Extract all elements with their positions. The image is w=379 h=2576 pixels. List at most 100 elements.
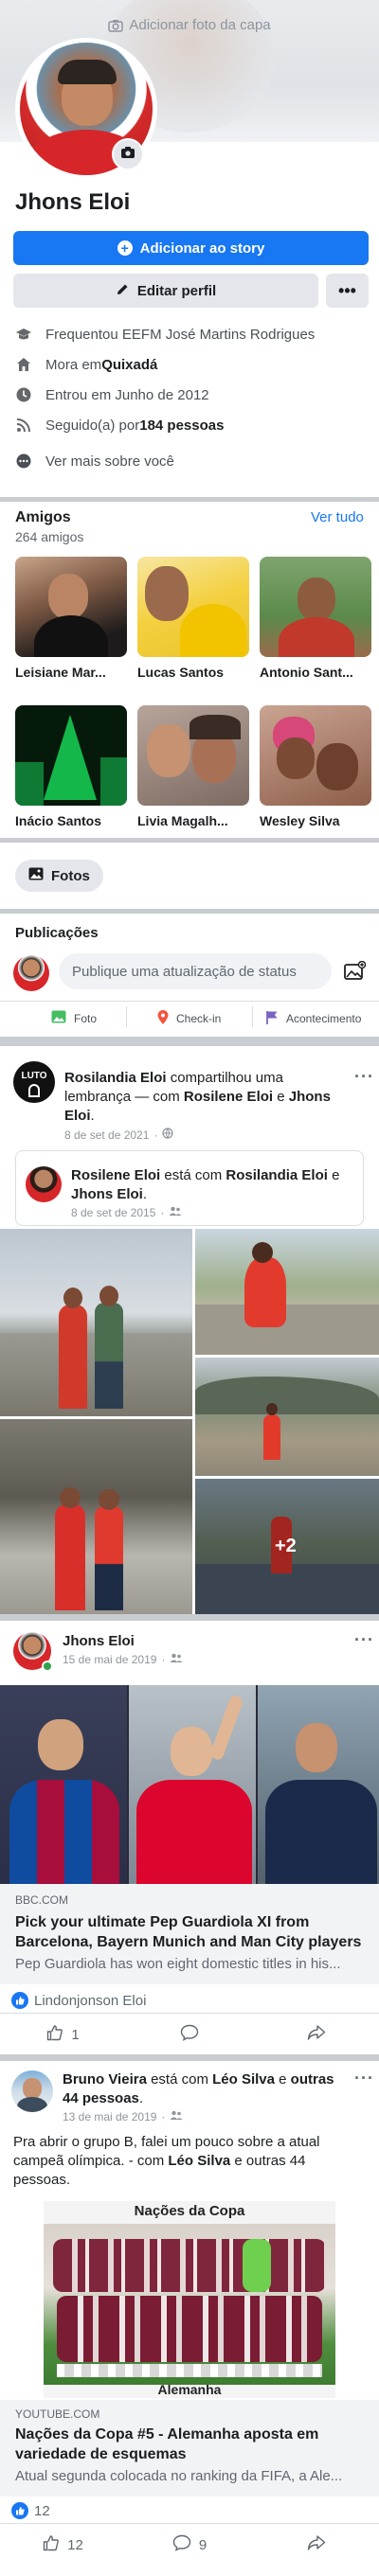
- graduation-cap-icon: [15, 326, 32, 343]
- like-button[interactable]: 12: [0, 2524, 126, 2566]
- post-meta: 13 de mai de 2019 ·: [63, 2110, 183, 2123]
- friends-icon: [170, 2110, 183, 2123]
- post-header: Jhons Eloi: [63, 1632, 135, 1651]
- tagged-user[interactable]: Jhons Eloi: [71, 1186, 143, 1202]
- post-meta: 8 de set de 2021 ·: [64, 1128, 174, 1142]
- post-meta: 15 de mai de 2019 ·: [63, 1653, 183, 1666]
- add-cover-photo-button[interactable]: Adicionar foto da capa: [0, 17, 379, 36]
- thumbs-up-icon: [46, 2024, 63, 2045]
- post-photo[interactable]: +2: [195, 1479, 379, 1614]
- profile-section: Adicionar foto da capa Jhons Eloi + Adic…: [0, 0, 379, 497]
- post-image[interactable]: Nações da Copa Alemanha: [44, 2201, 335, 2398]
- like-reaction-icon: [11, 1992, 28, 2009]
- author-name[interactable]: Rosilandia Eloi: [64, 1070, 167, 1086]
- post-options-button[interactable]: ···: [354, 2069, 374, 2088]
- location-pin-icon: [157, 1010, 169, 1027]
- post-date[interactable]: 8 de set de 2021: [64, 1128, 149, 1142]
- link-preview-image[interactable]: [0, 1685, 379, 1884]
- post-photo[interactable]: [195, 1229, 379, 1355]
- author-name[interactable]: Jhons Eloi: [63, 1633, 135, 1649]
- link-description: Pep Guardiola has won eight domestic tit…: [15, 1956, 341, 1972]
- post-header: Rosilandia Eloi compartilhou uma lembran…: [64, 1070, 331, 1124]
- luto-badge: LUTO: [21, 1071, 47, 1081]
- tagged-user[interactable]: Rosilene Eloi: [184, 1089, 273, 1105]
- post-photo[interactable]: [0, 1229, 192, 1416]
- more-circle-icon: [15, 453, 32, 470]
- tagged-user[interactable]: Léo Silva: [212, 2071, 275, 2087]
- life-event-action-button[interactable]: Acontecimento: [265, 1010, 361, 1027]
- friend-name: Inácio Santos: [15, 813, 102, 828]
- more-photos-count[interactable]: +2: [275, 1536, 297, 1557]
- flag-icon: [265, 1010, 279, 1027]
- inner-author-avatar[interactable]: [26, 1166, 62, 1202]
- author-name[interactable]: Bruno Vieira: [63, 2071, 147, 2087]
- friend-card[interactable]: Inácio Santos: [15, 705, 127, 828]
- add-to-story-label: Adicionar ao story: [139, 240, 265, 257]
- checkin-action-button[interactable]: Check-in: [157, 1010, 221, 1027]
- author-avatar[interactable]: LUTO: [13, 1061, 55, 1103]
- like-button[interactable]: 1: [0, 2014, 126, 2054]
- info-city[interactable]: Quixadá: [101, 357, 157, 373]
- comment-button[interactable]: 9: [126, 2524, 253, 2566]
- link-title: Nações da Copa #5 - Alemanha aposta em v…: [15, 2426, 319, 2462]
- friend-photo: [260, 705, 371, 806]
- friend-card[interactable]: Leisiane Mar...: [15, 557, 127, 680]
- friends-title: Amigos: [15, 509, 71, 525]
- profile-name: Jhons Eloi: [15, 189, 131, 215]
- share-button[interactable]: [253, 2014, 379, 2054]
- photos-label: Fotos: [51, 867, 90, 884]
- reactions-summary[interactable]: Lindonjonson Eloi: [11, 1992, 146, 2009]
- post-options-button[interactable]: ···: [354, 1067, 374, 1087]
- post-date[interactable]: 8 de set de 2015: [71, 1206, 155, 1219]
- post-photo[interactable]: [0, 1419, 192, 1614]
- link-title: Pick your ultimate Pep Guardiola XI from…: [15, 1914, 362, 1950]
- link-preview-card[interactable]: YOUTUBE.COM Nações da Copa #5 - Alemanha…: [0, 2400, 379, 2496]
- post-date[interactable]: 13 de mai de 2019: [63, 2110, 156, 2123]
- composer-avatar: [13, 955, 49, 991]
- add-photo-icon[interactable]: [343, 960, 367, 986]
- status-input[interactable]: Publique uma atualização de status: [59, 953, 332, 989]
- photos-button[interactable]: Fotos: [15, 860, 103, 892]
- link-preview-card[interactable]: BBC.COM Pick your ultimate Pep Guardiola…: [0, 1884, 379, 1984]
- friend-name: Lucas Santos: [137, 665, 225, 680]
- post-date[interactable]: 15 de mai de 2019: [63, 1653, 156, 1666]
- edit-profile-button[interactable]: Editar perfil: [13, 274, 318, 308]
- reactions-summary[interactable]: 12: [11, 2502, 50, 2519]
- see-all-friends-link[interactable]: Ver tudo: [311, 509, 364, 525]
- pencil-icon: [116, 282, 130, 300]
- friend-photo: [260, 557, 371, 657]
- change-profile-picture-button[interactable]: [112, 138, 144, 170]
- friend-card[interactable]: Livia Magalh...: [137, 705, 249, 828]
- post-options-button[interactable]: ···: [354, 1630, 374, 1650]
- author-avatar[interactable]: [11, 2070, 53, 2112]
- camera-icon: [108, 19, 124, 36]
- friend-photo: [137, 705, 249, 806]
- friend-card[interactable]: Wesley Silva: [260, 705, 371, 828]
- comment-button[interactable]: [126, 2014, 253, 2054]
- friend-card[interactable]: Lucas Santos: [137, 557, 249, 680]
- info-education: Frequentou EEFM José Martins Rodrigues: [15, 324, 315, 345]
- post-photo[interactable]: [195, 1358, 379, 1476]
- photo-action-button[interactable]: Foto: [51, 1010, 97, 1026]
- info-follower-count[interactable]: 184 pessoas: [139, 417, 224, 434]
- tagged-user[interactable]: Rosilandia Eloi: [226, 1167, 328, 1183]
- friend-name: Wesley Silva: [260, 813, 340, 828]
- add-cover-photo-label: Adicionar foto da capa: [129, 17, 271, 33]
- author-name[interactable]: Rosilene Eloi: [71, 1167, 160, 1183]
- see-more-about-button[interactable]: Ver mais sobre você: [15, 451, 174, 471]
- post-link-bbc: Jhons Eloi 15 de mai de 2019 · ··· BBC.C…: [0, 1621, 379, 2054]
- likers-name[interactable]: Lindonjonson Eloi: [34, 1993, 146, 2009]
- reaction-count: 12: [34, 2502, 50, 2519]
- shared-memory-card[interactable]: Rosilene Eloi está com Rosilandia Eloi e…: [15, 1150, 364, 1226]
- tagged-user[interactable]: Léo Silva: [168, 2153, 230, 2169]
- online-status-dot: [42, 1661, 53, 1672]
- add-to-story-button[interactable]: + Adicionar ao story: [13, 231, 369, 265]
- profile-more-button[interactable]: •••: [326, 274, 369, 308]
- photo-icon: [28, 867, 44, 884]
- ribbon-icon: [28, 1084, 40, 1097]
- post-action-bar: 1: [0, 2013, 379, 2054]
- friend-card[interactable]: Antonio Sant...: [260, 557, 371, 680]
- friend-name: Antonio Sant...: [260, 665, 353, 680]
- friends-section: Amigos 264 amigos Ver tudo Leisiane Mar.…: [0, 502, 379, 838]
- share-button[interactable]: [253, 2524, 379, 2566]
